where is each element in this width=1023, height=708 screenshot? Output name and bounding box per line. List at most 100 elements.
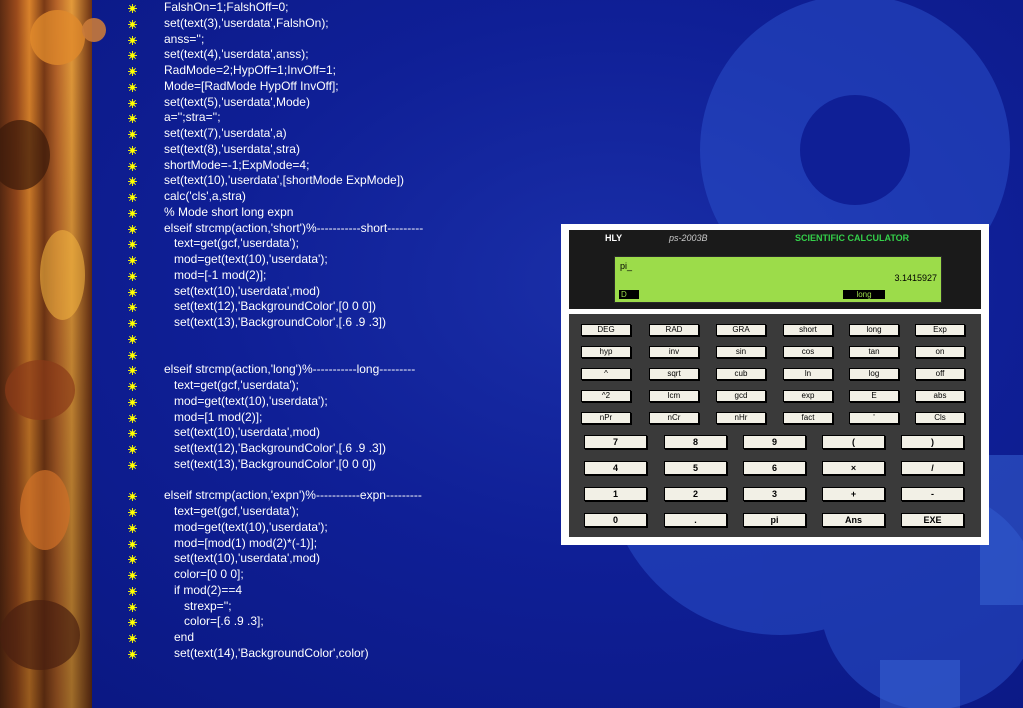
key-on[interactable]: on bbox=[915, 346, 965, 358]
code-text: color=[.6 .9 .3]; bbox=[164, 614, 264, 629]
sun-bullet-icon bbox=[128, 82, 137, 92]
code-text: set(text(13),'BackgroundColor',[0 0 0]) bbox=[164, 456, 377, 471]
calculator-display: pi_ 3.1415927 D long bbox=[614, 256, 942, 303]
display-result: 3.1415927 bbox=[894, 273, 937, 283]
calculator-header: HLY ps-2003B SCIENTIFIC CALCULATOR pi_ 3… bbox=[569, 230, 981, 309]
key-([interactable]: ( bbox=[822, 435, 885, 449]
sun-bullet-icon bbox=[128, 508, 137, 517]
key-cos[interactable]: cos bbox=[783, 346, 833, 358]
code-text: mod=get(text(10),'userdata'); bbox=[164, 393, 328, 408]
key-5[interactable]: 5 bbox=[664, 461, 727, 475]
key-DEG[interactable]: DEG bbox=[581, 324, 631, 336]
key-×[interactable]: × bbox=[822, 461, 885, 475]
code-text: a='';stra=''; bbox=[164, 110, 221, 125]
key-9[interactable]: 9 bbox=[743, 435, 806, 449]
key-4[interactable]: 4 bbox=[584, 461, 647, 475]
sun-bullet-icon bbox=[128, 539, 137, 549]
code-text: mod=[mod(1) mod(2)*(-1)]; bbox=[164, 535, 318, 550]
code-text: elseif strcmp(action,'short')%----------… bbox=[164, 220, 424, 235]
key-7[interactable]: 7 bbox=[584, 435, 647, 449]
sun-bullet-icon bbox=[128, 334, 137, 344]
code-text: elseif strcmp(action,'long')%-----------… bbox=[164, 362, 416, 377]
key-cub[interactable]: cub bbox=[716, 368, 766, 380]
key-sin[interactable]: sin bbox=[716, 346, 766, 358]
key-GRA[interactable]: GRA bbox=[716, 324, 766, 336]
key-inv[interactable]: inv bbox=[649, 346, 699, 358]
sun-bullet-icon bbox=[128, 19, 137, 29]
sun-bullet-icon bbox=[128, 51, 137, 61]
key-/[interactable]: / bbox=[901, 461, 964, 475]
sun-bullet-icon bbox=[128, 602, 137, 612]
sun-bullet-icon bbox=[128, 492, 137, 502]
key-+[interactable]: + bbox=[822, 487, 885, 501]
key-'[interactable]: ' bbox=[849, 412, 899, 424]
key-)[interactable]: ) bbox=[901, 435, 964, 449]
code-text: set(text(13),'BackgroundColor',[.6 .9 .3… bbox=[164, 315, 387, 329]
code-text: text=get(gcf,'userdata'); bbox=[164, 378, 299, 392]
key-ln[interactable]: ln bbox=[783, 368, 833, 380]
code-text: Mode=[RadMode HypOff InvOff]; bbox=[164, 78, 339, 93]
code-text: set(text(10),'userdata',mod) bbox=[164, 551, 320, 566]
mode-indicator: D bbox=[619, 290, 639, 299]
key-lcm[interactable]: lcm bbox=[649, 390, 699, 402]
key-abs[interactable]: abs bbox=[915, 390, 965, 402]
key-8[interactable]: 8 bbox=[664, 435, 727, 449]
key-short[interactable]: short bbox=[783, 324, 833, 336]
sun-bullet-icon bbox=[128, 319, 137, 328]
key-exp[interactable]: exp bbox=[783, 390, 833, 402]
key-Exp[interactable]: Exp bbox=[915, 324, 965, 336]
key-off[interactable]: off bbox=[915, 368, 965, 380]
sun-bullet-icon bbox=[128, 98, 137, 108]
sun-bullet-icon bbox=[128, 177, 137, 187]
key-log[interactable]: log bbox=[849, 368, 899, 380]
display-input: pi_ bbox=[620, 261, 633, 271]
sun-bullet-icon bbox=[128, 130, 137, 139]
sun-bullet-icon bbox=[128, 287, 137, 297]
key-1[interactable]: 1 bbox=[584, 487, 647, 501]
key--[interactable]: - bbox=[901, 487, 964, 501]
sun-bullet-icon bbox=[128, 429, 137, 439]
key-6[interactable]: 6 bbox=[743, 461, 806, 475]
sun-bullet-icon bbox=[128, 649, 137, 659]
code-text: % Mode short long expn bbox=[164, 204, 294, 219]
key-3[interactable]: 3 bbox=[743, 487, 806, 501]
sun-bullet-icon bbox=[128, 35, 137, 45]
code-text: elseif strcmp(action,'expn')%-----------… bbox=[164, 488, 422, 503]
sun-bullet-icon bbox=[128, 460, 137, 470]
key-E[interactable]: E bbox=[849, 390, 899, 402]
key-sqrt[interactable]: sqrt bbox=[649, 368, 699, 380]
calculator-screenshot: HLY ps-2003B SCIENTIFIC CALCULATOR pi_ 3… bbox=[561, 224, 989, 545]
code-text: set(text(10),'userdata',mod) bbox=[164, 425, 320, 440]
key-long[interactable]: long bbox=[849, 324, 899, 336]
key-nHr[interactable]: nHr bbox=[716, 412, 766, 424]
key-fact[interactable]: fact bbox=[783, 412, 833, 424]
decorative-sidebar bbox=[0, 0, 106, 708]
key-pi[interactable]: pi bbox=[743, 513, 806, 527]
sun-bullet-icon bbox=[128, 523, 137, 533]
key-EXE[interactable]: EXE bbox=[901, 513, 964, 527]
code-text: if mod(2)==4 bbox=[164, 582, 243, 597]
key-tan[interactable]: tan bbox=[849, 346, 899, 358]
sun-bullet-icon bbox=[128, 224, 137, 234]
code-text: set(text(12),'BackgroundColor',[0 0 0]) bbox=[164, 299, 377, 314]
calculator-version: ps-2003B bbox=[669, 233, 708, 243]
code-text: FalshOn=1;FalshOff=0; bbox=[164, 0, 289, 14]
code-text: set(text(3),'userdata',FalshOn); bbox=[164, 15, 329, 30]
format-indicator: long bbox=[843, 290, 885, 299]
key-Cls[interactable]: Cls bbox=[915, 412, 965, 424]
key-2[interactable]: 2 bbox=[664, 487, 727, 501]
sun-bullet-icon bbox=[128, 445, 137, 454]
code-text: RadMode=2;HypOff=1;InvOff=1; bbox=[164, 63, 336, 77]
key-nCr[interactable]: nCr bbox=[649, 412, 699, 424]
key-gcd[interactable]: gcd bbox=[716, 390, 766, 402]
sun-bullet-icon bbox=[128, 161, 137, 171]
key-hyp[interactable]: hyp bbox=[581, 346, 631, 358]
key-^[interactable]: ^ bbox=[581, 368, 631, 380]
code-text: text=get(gcf,'userdata'); bbox=[164, 236, 299, 251]
key-0[interactable]: 0 bbox=[584, 513, 647, 527]
key-.[interactable]: . bbox=[664, 513, 727, 527]
key-nPr[interactable]: nPr bbox=[581, 412, 631, 424]
key-RAD[interactable]: RAD bbox=[649, 324, 699, 336]
key-Ans[interactable]: Ans bbox=[822, 513, 885, 527]
key-^2[interactable]: ^2 bbox=[581, 390, 631, 402]
